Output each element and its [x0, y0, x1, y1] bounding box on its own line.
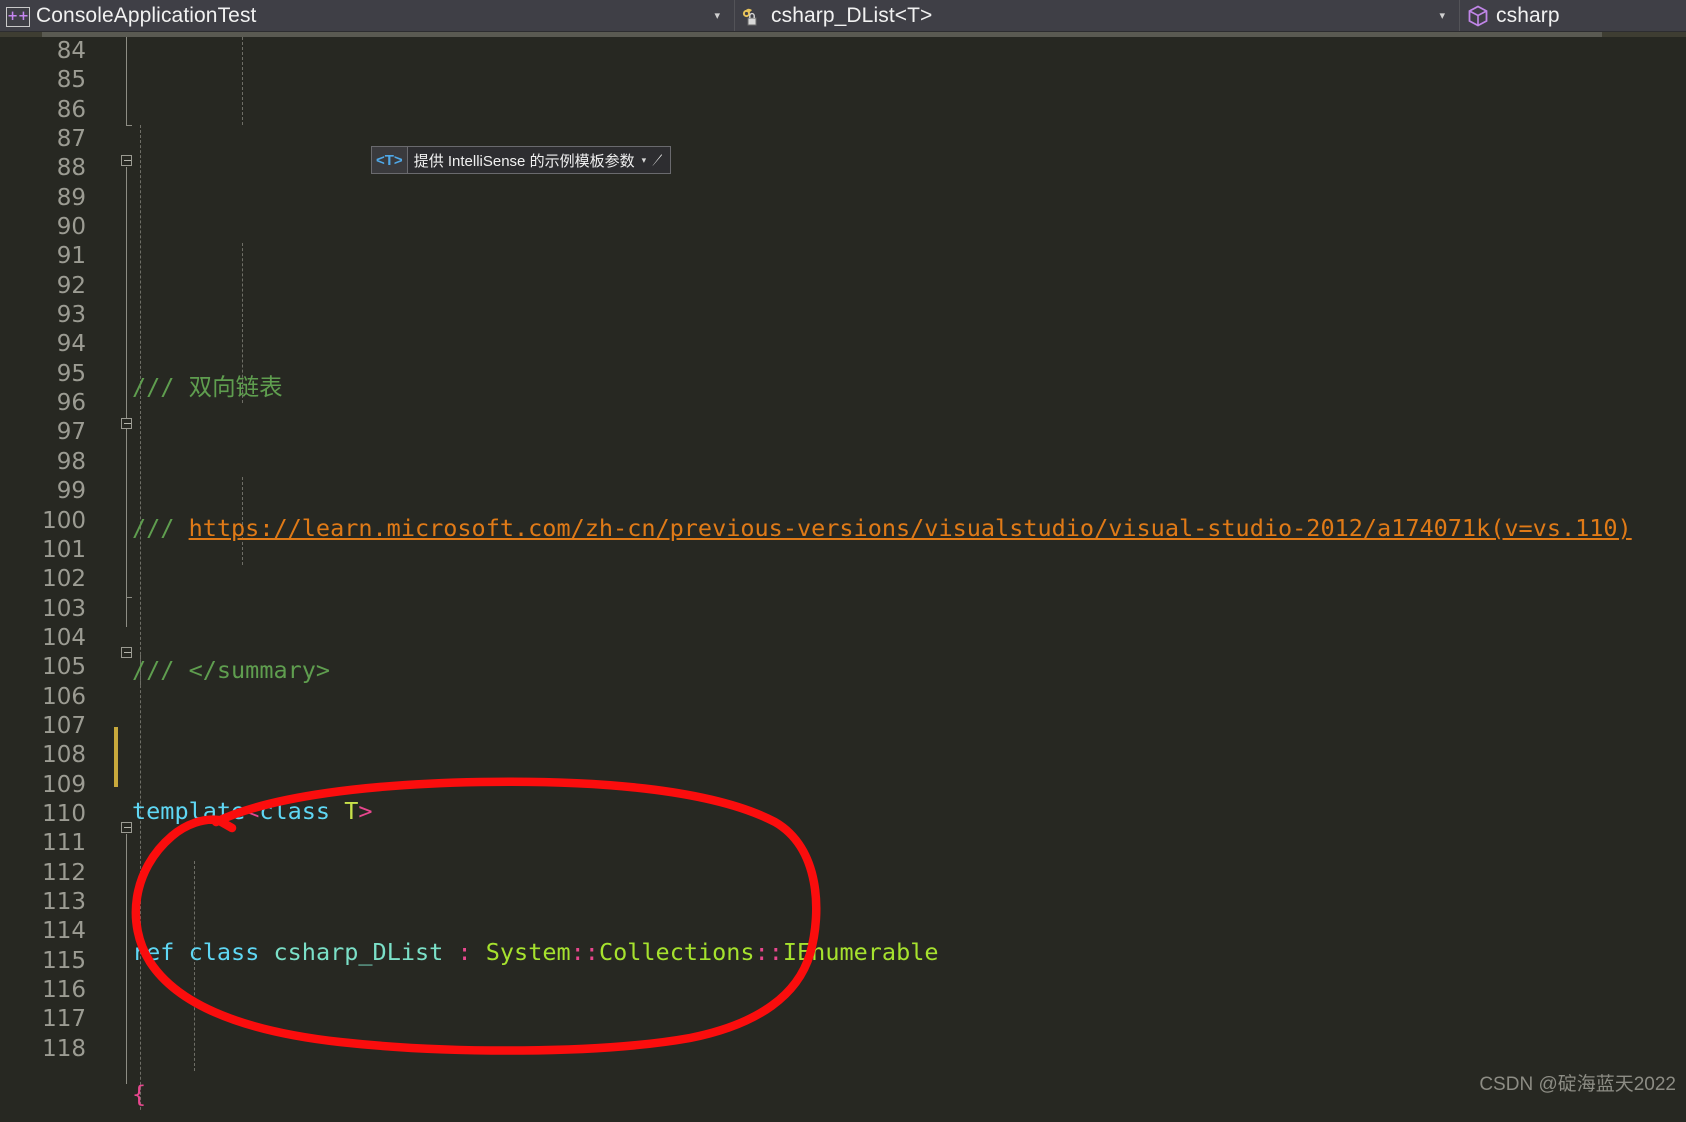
line-number: 107	[42, 712, 86, 739]
line-number: 86	[56, 96, 86, 123]
line-number: 117	[42, 1006, 86, 1033]
pencil-icon[interactable]	[649, 152, 668, 168]
keyword-class: class	[188, 938, 260, 967]
code-line-86[interactable]: /// </summary>	[132, 656, 1686, 685]
intellisense-hint-text: 提供 IntelliSense 的示例模板参数	[413, 152, 635, 170]
line-number: 109	[42, 771, 86, 798]
line-number: 96	[56, 390, 86, 417]
documentation-link[interactable]: https://learn.microsoft.com/zh-cn/previo…	[189, 514, 1632, 542]
class-protected-icon	[741, 4, 765, 28]
line-number: 88	[56, 155, 86, 182]
line-number: 103	[42, 595, 86, 622]
punctuation: :	[457, 938, 472, 967]
line-number: 111	[42, 830, 86, 857]
line-number: 104	[42, 624, 86, 651]
line-number: 94	[56, 331, 86, 358]
line-number: 95	[56, 360, 86, 387]
line-number: 98	[56, 448, 86, 475]
scope-operator: ::	[754, 938, 783, 967]
line-number: 92	[56, 272, 86, 299]
doc-comment-prefix: ///	[132, 514, 189, 543]
chevron-down-icon[interactable]: ▾	[700, 10, 730, 21]
navbar-class-label: csharp_DList<T>	[771, 3, 933, 27]
line-number: 118	[42, 1035, 86, 1062]
code-line-89[interactable]: {	[132, 1080, 1686, 1109]
template-parameter: T	[344, 797, 359, 826]
navbar-member-label: csharp	[1496, 3, 1560, 27]
chevron-down-icon[interactable]: ▾	[1425, 10, 1455, 21]
line-number: 105	[42, 654, 86, 681]
navbar-project-label: ConsoleApplicationTest	[36, 3, 257, 27]
line-number: 90	[56, 214, 86, 241]
doc-comment: /// </summary>	[132, 655, 331, 684]
line-number: 113	[42, 888, 86, 915]
scope-operator: ::	[570, 938, 599, 967]
line-number: 101	[42, 536, 86, 563]
navigation-bar: ++ ConsoleApplicationTest ▾ csharp_DList…	[0, 0, 1686, 32]
line-number: 91	[56, 243, 86, 270]
doc-comment: /// 双向链表	[132, 373, 283, 401]
template-param-chip: <T>	[372, 147, 408, 173]
outline-guide	[126, 37, 127, 125]
collapse-toggle-class[interactable]	[121, 155, 132, 166]
line-number: 93	[56, 302, 86, 329]
namespace-cube-icon	[1466, 4, 1490, 28]
line-number: 114	[42, 918, 86, 945]
line-number: 100	[42, 507, 86, 534]
chevron-down-icon[interactable]: ▾	[639, 155, 650, 166]
keyword-class: class	[259, 797, 331, 826]
outlining-margin[interactable]	[100, 37, 132, 1122]
class-name: csharp_DList	[273, 938, 444, 967]
collapse-toggle-initdata[interactable]	[121, 418, 132, 429]
intellisense-template-hint[interactable]: <T> 提供 IntelliSense 的示例模板参数 ▾	[371, 146, 672, 174]
line-number: 110	[42, 800, 86, 827]
collapse-toggle-ctor-array[interactable]	[121, 822, 132, 833]
line-number: 102	[42, 566, 86, 593]
line-number: 89	[56, 184, 86, 211]
punctuation: <	[245, 797, 260, 826]
line-number: 116	[42, 977, 86, 1003]
code-text-area[interactable]: /// 双向链表 /// https://learn.microsoft.com…	[132, 37, 1686, 1122]
navbar-member-dropdown[interactable]: csharp	[1460, 0, 1686, 31]
collapse-toggle-summary[interactable]	[121, 647, 132, 658]
keyword-ref: ref	[132, 938, 175, 967]
outline-guide	[126, 834, 127, 1084]
line-number: 84	[56, 38, 86, 64]
line-number: 85	[56, 67, 86, 94]
change-bar	[114, 727, 118, 787]
navbar-project-dropdown[interactable]: ++ ConsoleApplicationTest ▾	[0, 0, 735, 31]
outline-guide	[126, 167, 127, 627]
code-line-84[interactable]: /// 双向链表	[132, 373, 1686, 402]
punctuation: >	[358, 797, 373, 826]
open-brace: {	[132, 1079, 147, 1108]
line-number-gutter: 84 85 86 87 88 89 90 91 92 93 94 95 96 9…	[0, 37, 100, 1122]
code-line-87[interactable]: template<class T>	[132, 797, 1686, 826]
line-number: 106	[42, 683, 86, 710]
line-number: 97	[56, 419, 86, 446]
editor-bottom-edge	[0, 1112, 1686, 1122]
line-number: 99	[56, 478, 86, 505]
line-number: 115	[42, 947, 86, 974]
line-number: 87	[56, 126, 86, 153]
keyword-template: template	[132, 797, 246, 826]
line-number: 108	[42, 742, 86, 769]
namespace-system: System	[485, 938, 571, 967]
line-number: 112	[42, 859, 86, 886]
navbar-class-dropdown[interactable]: csharp_DList<T> ▾	[735, 0, 1460, 31]
interface-ienumerable: IEnumerable	[782, 938, 939, 967]
code-line-88[interactable]: ref class csharp_DList : System::Collect…	[132, 938, 1686, 967]
code-editor[interactable]: 84 85 86 87 88 89 90 91 92 93 94 95 96 9…	[0, 32, 1686, 1122]
namespace-collections: Collections	[598, 938, 755, 967]
csdn-watermark: CSDN @碇海蓝天2022	[1479, 1074, 1676, 1095]
cpp-project-icon: ++	[6, 6, 30, 27]
code-line-85[interactable]: /// https://learn.microsoft.com/zh-cn/pr…	[132, 514, 1686, 543]
